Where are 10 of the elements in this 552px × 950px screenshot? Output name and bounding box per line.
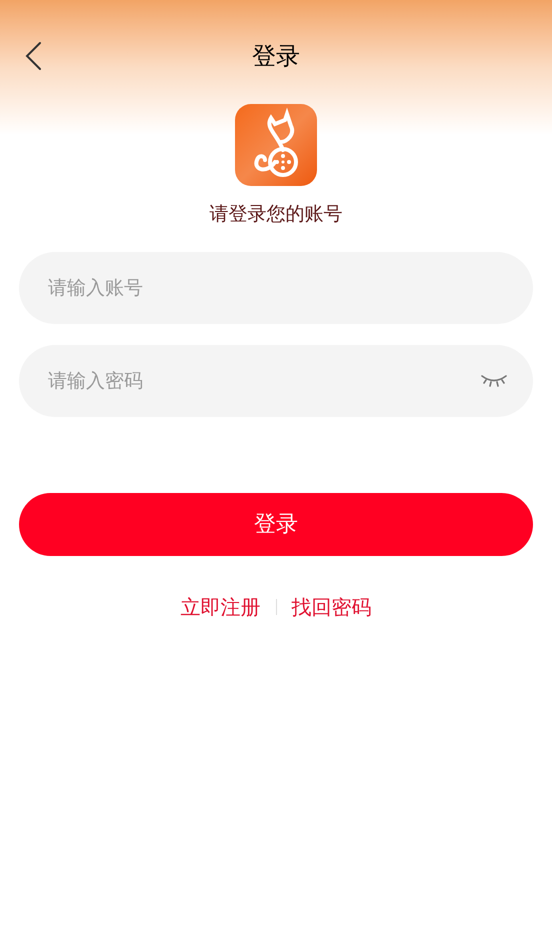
register-link[interactable]: 立即注册 <box>180 592 260 622</box>
back-icon[interactable] <box>24 41 42 71</box>
app-logo-icon <box>235 104 317 186</box>
subtitle: 请登录您的账号 <box>210 202 342 227</box>
eye-closed-icon[interactable] <box>480 372 508 388</box>
login-button[interactable]: 登录 <box>19 492 533 556</box>
account-field[interactable]: 请输入账号 <box>19 252 533 324</box>
page-title: 登录 <box>252 41 300 72</box>
recover-password-link[interactable]: 找回密码 <box>292 592 372 622</box>
password-field[interactable]: 请输入密码 <box>19 344 533 416</box>
